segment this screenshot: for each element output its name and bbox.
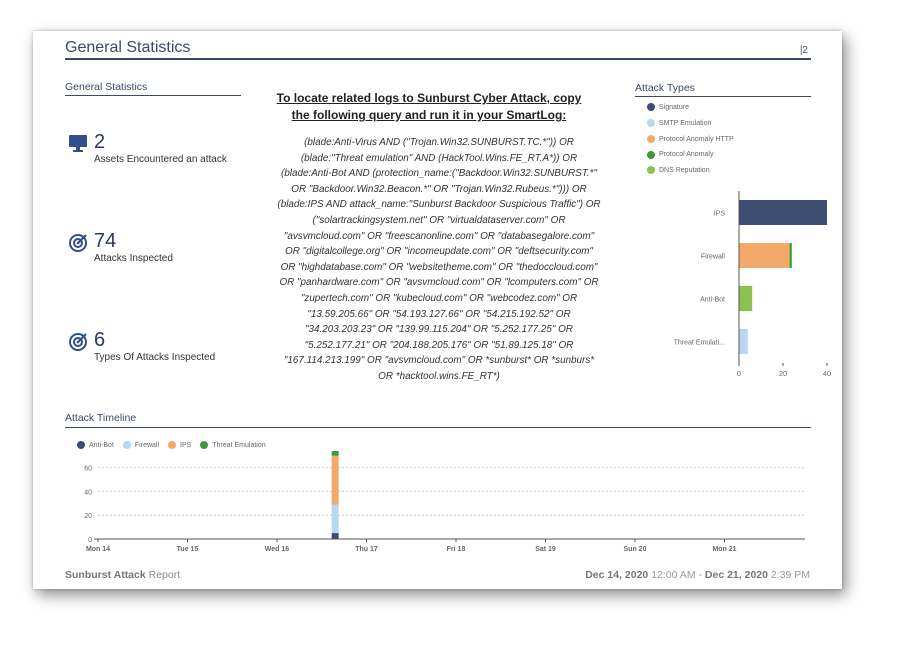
legend-item: SMTP Emulation — [647, 118, 734, 129]
legend-label: SMTP Emulation — [659, 119, 712, 127]
category-label: IPS — [714, 211, 726, 218]
title-divider — [65, 58, 811, 60]
report-name-bold: Sunburst Attack — [65, 569, 146, 581]
attack-timeline-chart: 0 20 40 60 Mon 14 Tue 15 Wed 16 Thu 17 Fri 18 Sat… — [84, 451, 805, 553]
y-tick-label: 0 — [88, 537, 92, 544]
attack-timeline-divider — [65, 427, 811, 428]
bar-segment — [331, 451, 339, 456]
x-tick-label: Sun 20 — [624, 546, 647, 553]
legend-item: Signature — [647, 103, 734, 113]
bar-segment — [739, 286, 753, 311]
query-line: ("solartrackingsystem.net" OR "virtualda… — [312, 214, 566, 226]
general-statistics-heading: General Statistics — [65, 81, 148, 93]
x-tick-label: Mon 14 — [86, 546, 110, 553]
bar-segment — [739, 329, 748, 354]
query-line: "34.203.203.23" OR "139.99.115.204" OR "… — [305, 324, 573, 336]
legend-item: DNS Reputation — [647, 166, 734, 176]
query-line: "167.114.213.199" OR "avsvmcloud.com" OR… — [283, 355, 595, 367]
y-tick-label: 20 — [84, 513, 92, 520]
legend-swatch — [647, 103, 655, 112]
query-line: OR "highdatabase.com" OR "websitetheme.c… — [280, 261, 598, 273]
time-start: 12:00 AM - — [648, 569, 705, 581]
stat-label: Assets Encountered an attack — [94, 154, 227, 165]
x-tick-label: 40 — [823, 369, 831, 378]
date-end: Dec 21, 2020 — [704, 569, 768, 581]
target-icon — [69, 333, 87, 351]
date-start: Dec 14, 2020 — [585, 569, 649, 581]
query-heading-line: To locate related logs to Sunburst Cyber… — [276, 91, 582, 105]
legend-item: Protocol Anomaly — [647, 150, 734, 160]
query-line: (blade:IPS AND attack_name:"Sunburst Bac… — [277, 199, 601, 211]
monitor-icon — [69, 135, 87, 152]
attack-types-chart: IPS Firewall Anti-Bot Threat Emulati... 0 20 4… — [674, 191, 831, 378]
query-line: (blade:Anti-Bot AND (protection_name:("B… — [281, 168, 597, 180]
query-line: OR *hacktool.wins.FE_RT*) — [378, 370, 500, 382]
category-label: Firewall — [701, 254, 726, 261]
attack-types-divider — [635, 96, 811, 97]
query-line: "avsvmcloud.com" OR "freescanonline.com"… — [283, 230, 595, 242]
query-line: (blade:"Threat emulation" AND (HackTool.… — [300, 152, 578, 164]
legend-label: Protocol Anomaly — [659, 151, 714, 159]
stat-label: Attacks Inspected — [94, 253, 173, 264]
x-tick-label: Sat 19 — [535, 546, 556, 553]
legend-item: Protocol Anomaly HTTP — [647, 134, 734, 145]
x-tick-label: 0 — [737, 369, 741, 378]
legend-swatch — [647, 134, 655, 143]
legend-label: Protocol Anomaly HTTP — [659, 135, 734, 143]
bar-segment — [331, 455, 339, 505]
general-statistics-divider — [65, 95, 241, 96]
y-tick-label: 40 — [84, 489, 92, 496]
stat-value: 2 — [94, 131, 106, 153]
stat-label: Types Of Attacks Inspected — [94, 352, 216, 363]
x-tick-label: Fri 18 — [447, 546, 466, 553]
report-page: General Statistics |2 General Statistics… — [33, 31, 842, 589]
smartlog-query: (blade:Anti-Virus AND ("Trojan.Win32.SUN… — [249, 135, 629, 385]
query-line: "zupertech.com" OR "kubecloud.com" OR "w… — [300, 292, 578, 304]
x-tick-label: 20 — [779, 369, 787, 378]
category-label: Anti-Bot — [700, 297, 725, 304]
query-line: (blade:Anti-Virus AND ("Trojan.Win32.SUN… — [304, 137, 574, 148]
time-end: 2:39 PM — [767, 569, 810, 581]
date-range: Dec 14, 2020 12:00 AM - Dec 21, 2020 2:3… — [585, 569, 810, 581]
page-number: |2 — [799, 45, 808, 56]
bar-segment — [789, 243, 792, 268]
bar-segment — [739, 200, 827, 225]
legend-swatch — [647, 166, 655, 175]
x-tick-label: Tue 15 — [177, 546, 199, 553]
legend-swatch — [647, 150, 655, 159]
x-tick-label: Thu 17 — [355, 546, 378, 553]
report-name: Sunburst Attack Report — [65, 569, 180, 581]
bar-segment — [331, 504, 339, 534]
stat-value: 6 — [94, 329, 106, 351]
y-tick-label: 60 — [84, 466, 92, 473]
query-line: OR "Backdoor.Win32.Beacon.*" OR "Trojan.… — [291, 183, 587, 195]
stat-value: 74 — [94, 230, 117, 252]
attack-types-heading: Attack Types — [635, 82, 695, 94]
attack-timeline-heading: Attack Timeline — [65, 412, 137, 424]
category-label: Threat Emulati... — [674, 340, 725, 347]
x-tick-label: Wed 16 — [265, 546, 289, 553]
query-line: "13.59.205.66" OR "54.193.127.66" OR "54… — [307, 308, 571, 320]
page-title: General Statistics — [65, 39, 191, 56]
attack-types-legend: Signature SMTP Emulation Protocol Anomaly … — [647, 103, 734, 182]
query-line: "5.252.177.21" OR "204.188.205.176" OR "… — [304, 339, 574, 351]
query-line: OR "digitalcollege.org" OR "incomeupdate… — [285, 246, 593, 258]
query-line: OR "panhardware.com" OR "avsvmcloud.com"… — [279, 277, 599, 289]
query-heading: To locate related logs to Sunburst Cyber… — [259, 90, 599, 124]
legend-label: DNS Reputation — [659, 167, 710, 175]
bar-segment — [739, 243, 790, 268]
legend-swatch — [647, 118, 655, 127]
legend-label: Signature — [659, 104, 689, 111]
bar-segment — [331, 533, 339, 539]
report-name-rest: Report — [145, 569, 181, 581]
query-heading-line: the following query and run it in your S… — [291, 108, 567, 122]
x-tick-label: Mon 21 — [712, 546, 736, 553]
target-icon — [69, 234, 87, 252]
